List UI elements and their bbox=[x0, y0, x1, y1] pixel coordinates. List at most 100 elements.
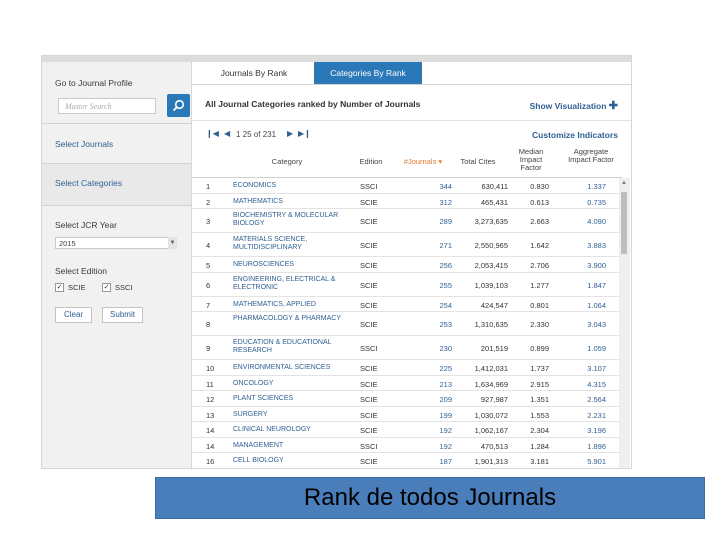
last-page-icon[interactable]: ▶❙ bbox=[298, 129, 311, 138]
select-journals-link[interactable]: Select Journals bbox=[55, 139, 113, 149]
category-link[interactable]: PLANT SCIENCES bbox=[233, 395, 351, 403]
rank-cell: 7 bbox=[206, 300, 211, 310]
table-row: 12 PLANT SCIENCES SCIE 209 927,987 1.351 2.564 bbox=[192, 391, 622, 407]
scie-checkbox[interactable]: ✓ bbox=[55, 283, 64, 292]
col-journals-label: #Journals bbox=[403, 157, 437, 166]
total-cites-cell: 2,053,415 bbox=[474, 261, 508, 270]
prev-page-icon[interactable]: ◀ bbox=[224, 129, 230, 138]
journals-count-link[interactable]: 253 bbox=[426, 320, 452, 329]
aggregate-impact-link[interactable]: 3.883 bbox=[584, 241, 606, 250]
master-search-input[interactable]: Master Search bbox=[58, 98, 156, 114]
category-link[interactable]: ENVIRONMENTAL SCIENCES bbox=[233, 364, 351, 372]
select-categories-panel[interactable]: Select Categories bbox=[42, 164, 191, 206]
jcr-year-select[interactable]: 2015 bbox=[55, 237, 177, 249]
tab-categories-by-rank[interactable]: Categories By Rank bbox=[314, 62, 422, 84]
category-link[interactable]: MANAGEMENT bbox=[233, 442, 351, 450]
journals-count-link[interactable]: 344 bbox=[426, 182, 452, 191]
category-link[interactable]: MATHEMATICS, APPLIED bbox=[233, 301, 351, 309]
journals-count-link[interactable]: 254 bbox=[426, 301, 452, 310]
rank-cell: 14 bbox=[206, 441, 215, 451]
clear-button[interactable]: Clear bbox=[55, 307, 92, 323]
category-link[interactable]: CELL BIOLOGY bbox=[233, 457, 351, 465]
median-impact-cell: 2.706 bbox=[530, 261, 549, 270]
aggregate-impact-link[interactable]: 1.337 bbox=[584, 182, 606, 191]
journals-count-link[interactable]: 213 bbox=[426, 380, 452, 389]
next-page-icon[interactable]: ▶ bbox=[287, 129, 293, 138]
table-row: 2 MATHEMATICS SCIE 312 465,431 0.613 0.735 bbox=[192, 194, 622, 209]
aggregate-impact-link[interactable]: 3.900 bbox=[584, 261, 606, 270]
journals-count-link[interactable]: 192 bbox=[426, 442, 452, 451]
journals-count-link[interactable]: 255 bbox=[426, 281, 452, 290]
journals-count-link[interactable]: 192 bbox=[426, 426, 452, 435]
rank-cell: 10 bbox=[206, 364, 215, 373]
ssci-checkbox[interactable]: ✓ bbox=[102, 283, 111, 292]
category-link[interactable]: ENGINEERING, ELECTRICAL & ELECTRONIC bbox=[233, 276, 351, 292]
scrollbar[interactable]: ▲ bbox=[619, 178, 630, 468]
journals-count-link[interactable]: 230 bbox=[426, 344, 452, 353]
category-link[interactable]: BIOCHEMISTRY & MOLECULAR BIOLOGY bbox=[233, 212, 351, 228]
journals-count-link[interactable]: 209 bbox=[426, 395, 452, 404]
select-categories-link[interactable]: Select Categories bbox=[55, 178, 122, 188]
aggregate-impact-link[interactable]: 1.059 bbox=[584, 344, 606, 353]
journals-count-link[interactable]: 289 bbox=[426, 217, 452, 226]
aggregate-impact-link[interactable]: 3.196 bbox=[584, 426, 606, 435]
aggregate-impact-link[interactable]: 3.107 bbox=[584, 364, 606, 373]
journals-count-link[interactable]: 271 bbox=[426, 241, 452, 250]
sidebar: Go to Journal Profile Master Search Sele… bbox=[42, 62, 192, 468]
category-link[interactable]: EDUCATION & EDUCATIONAL RESEARCH bbox=[233, 339, 351, 355]
edition-label: Select Edition bbox=[55, 266, 107, 276]
show-visualization-link[interactable]: Show Visualization ✚ bbox=[530, 99, 618, 112]
category-link[interactable]: CLINICAL NEUROLOGY bbox=[233, 426, 351, 434]
col-category[interactable]: Category bbox=[262, 158, 312, 166]
category-link[interactable]: NEUROSCIENCES bbox=[233, 261, 351, 269]
first-page-icon[interactable]: ❙◀ bbox=[206, 129, 219, 138]
table-row: 13 SURGERY SCIE 199 1,030,072 1.553 2.231 bbox=[192, 407, 622, 422]
col-median-impact[interactable]: Median Impact Factor bbox=[512, 148, 550, 172]
tab-journals-by-rank[interactable]: Journals By Rank bbox=[204, 62, 304, 84]
category-link[interactable]: MATERIALS SCIENCE, MULTIDISCIPLINARY bbox=[233, 236, 351, 252]
submit-button[interactable]: Submit bbox=[102, 307, 143, 323]
category-link[interactable]: ONCOLOGY bbox=[233, 380, 351, 388]
total-cites-cell: 201,519 bbox=[480, 344, 508, 353]
category-link[interactable]: SURGERY bbox=[233, 411, 351, 419]
col-total-cites[interactable]: Total Cites bbox=[454, 158, 502, 166]
category-link[interactable]: PHARMACOLOGY & PHARMACY bbox=[233, 315, 351, 323]
table-row: 17GEOSCIENCES bbox=[192, 469, 622, 470]
total-cites-cell: 3,273,635 bbox=[474, 217, 508, 226]
aggregate-impact-link[interactable]: 4.315 bbox=[584, 380, 606, 389]
category-link[interactable]: MATHEMATICS bbox=[233, 198, 351, 206]
aggregate-impact-link[interactable]: 2.564 bbox=[584, 395, 606, 404]
col-edition[interactable]: Edition bbox=[356, 158, 386, 166]
col-aggregate-impact[interactable]: Aggregate Impact Factor bbox=[567, 148, 615, 164]
journals-count-link[interactable]: 187 bbox=[426, 457, 452, 466]
aggregate-impact-link[interactable]: 5.901 bbox=[584, 457, 606, 466]
median-impact-cell: 0.801 bbox=[530, 300, 549, 310]
journals-count-link[interactable]: 199 bbox=[426, 411, 452, 420]
rank-cell: 9 bbox=[206, 344, 211, 353]
chevron-down-icon[interactable]: ▼ bbox=[168, 237, 177, 249]
journals-count-link[interactable]: 225 bbox=[426, 364, 452, 373]
aggregate-impact-link[interactable]: 1.847 bbox=[584, 281, 606, 290]
aggregate-impact-link[interactable]: 2.231 bbox=[584, 411, 606, 420]
customize-indicators-link[interactable]: Customize Indicators bbox=[532, 130, 618, 140]
total-cites-cell: 1,039,103 bbox=[474, 280, 508, 290]
category-link[interactable]: ECONOMICS bbox=[233, 182, 351, 190]
scrollbar-thumb[interactable] bbox=[621, 192, 627, 254]
aggregate-impact-link[interactable]: 1.064 bbox=[584, 301, 606, 310]
select-journals-panel[interactable]: Select Journals bbox=[42, 124, 191, 164]
scroll-up-icon[interactable]: ▲ bbox=[621, 180, 627, 186]
search-button[interactable] bbox=[167, 94, 190, 117]
rank-cell: 3 bbox=[206, 217, 211, 226]
table-row: 1 ECONOMICS SSCI 344 630,411 0.830 1.337 bbox=[192, 178, 622, 194]
total-cites-cell: 1,062,167 bbox=[474, 426, 508, 435]
journals-count-link[interactable]: 312 bbox=[426, 198, 452, 207]
journals-count-link[interactable]: 256 bbox=[426, 261, 452, 270]
total-cites-cell: 927,987 bbox=[480, 395, 508, 404]
col-journals[interactable]: #Journals ▾ bbox=[397, 158, 449, 166]
aggregate-impact-link[interactable]: 0.735 bbox=[584, 198, 606, 207]
edition-cell: SSCI bbox=[360, 344, 378, 353]
aggregate-impact-link[interactable]: 1.896 bbox=[584, 442, 606, 451]
aggregate-impact-link[interactable]: 3.043 bbox=[584, 320, 606, 329]
aggregate-impact-link[interactable]: 4.090 bbox=[584, 217, 606, 226]
median-impact-cell: 1.737 bbox=[530, 364, 549, 373]
